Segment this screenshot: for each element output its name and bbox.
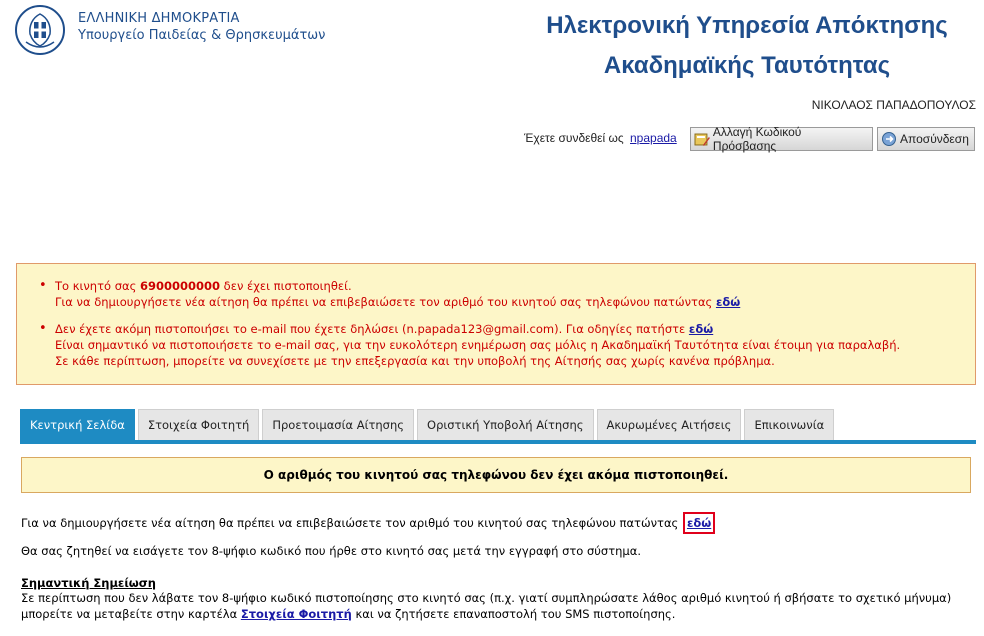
verify-mobile-here-link[interactable]: εδώ: [687, 516, 711, 530]
tab-student-details[interactable]: Στοιχεία Φοιτητή: [137, 409, 260, 440]
code-instruction: Θα σας ζητηθεί να εισάγετε τον 8-ψήφιο κ…: [21, 544, 641, 558]
student-details-link[interactable]: Στοιχεία Φοιτητή: [241, 607, 352, 621]
country-name: ΕΛΛΗΝΙΚΗ ΔΗΜΟΚΡΑΤΙΑ: [78, 11, 240, 26]
mobile-not-verified-notice: Ο αριθμός του κινητού σας τηλεφώνου δεν …: [21, 457, 971, 493]
email-warning-line3: Σε κάθε περίπτωση, μπορείτε να συνεχίσετ…: [55, 354, 775, 368]
username-link[interactable]: npapada: [630, 131, 677, 145]
mobile-warning-instruction: Για να δημιουργήσετε νέα αίτηση θα πρέπε…: [55, 295, 713, 309]
warning-list: Το κινητό σας 6900000000 δεν έχει πιστοπ…: [39, 278, 900, 380]
service-title-line2: Ακαδημαϊκής Ταυτότητας: [603, 52, 891, 79]
ministry-name: Υπουργείο Παιδείας & Θρησκευμάτων: [78, 28, 326, 43]
service-title-line1: Ηλεκτρονική Υπηρεσία Απόκτησης: [546, 12, 948, 39]
logged-in-label: Έχετε συνδεθεί ως: [524, 131, 624, 145]
warning-panel: Το κινητό σας 6900000000 δεν έχει πιστοπ…: [16, 263, 976, 385]
mobile-number: 6900000000: [140, 279, 221, 293]
service-title: Ηλεκτρονική Υπηρεσία Απόκτησης Ακαδημαϊκ…: [510, 6, 984, 86]
tab-cancelled-applications[interactable]: Ακυρωμένες Αιτήσεις: [596, 409, 742, 440]
email-warning-line2: Είναι σημαντικό να πιστοποιήσετε το e-ma…: [55, 338, 901, 352]
tab-contact[interactable]: Επικοινωνία: [744, 409, 835, 440]
create-application-text: Για να δημιουργήσετε νέα αίτηση θα πρέπε…: [21, 516, 679, 530]
ministry-header: ΕΛΛΗΝΙΚΗ ΔΗΜΟΚΡΑΤΙΑ Υπουργείο Παιδείας &…: [78, 10, 325, 44]
key-pencil-icon: [694, 133, 710, 146]
logged-in-status: Έχετε συνδεθεί ως npapada: [524, 131, 677, 145]
mobile-warning: Το κινητό σας 6900000000 δεν έχει πιστοπ…: [39, 278, 900, 310]
tab-home[interactable]: Κεντρική Σελίδα: [20, 409, 135, 440]
logout-icon: [882, 132, 896, 146]
tab-final-submission[interactable]: Οριστική Υποβολή Αίτησης: [417, 409, 594, 440]
greek-coat-of-arms-logo: [15, 5, 65, 55]
change-password-button[interactable]: Αλλαγή Κωδικού Πρόσβασης: [690, 125, 873, 153]
important-note-title: Σημαντική Σημείωση: [21, 576, 156, 590]
important-note-post: και να ζητήσετε επαναποστολή του SMS πισ…: [355, 607, 676, 621]
tab-application-prep[interactable]: Προετοιμασία Αίτησης: [262, 409, 415, 440]
main-tabs: Κεντρική Σελίδα Στοιχεία Φοιτητή Προετοι…: [20, 409, 835, 440]
email-instructions-link[interactable]: εδώ: [689, 322, 713, 336]
tab-underline-bar: [20, 440, 976, 444]
user-full-name: ΝΙΚΟΛΑΟΣ ΠΑΠΑΔΟΠΟΥΛΟΣ: [811, 98, 976, 112]
highlighted-link-box: εδώ: [682, 512, 716, 534]
logout-button[interactable]: Αποσύνδεση: [877, 127, 975, 151]
important-note-text: Σε περίπτωση που δεν λάβατε τον 8-ψήφιο …: [21, 590, 971, 622]
logout-label: Αποσύνδεση: [900, 132, 969, 146]
mobile-warning-text: Το κινητό σας: [55, 279, 140, 293]
email-warning-text: Δεν έχετε ακόμη πιστοποιήσει το e-mail π…: [55, 322, 686, 336]
mobile-warning-status: δεν έχει πιστοποιηθεί.: [220, 279, 352, 293]
create-application-instruction: Για να δημιουργήσετε νέα αίτηση θα πρέπε…: [21, 512, 716, 534]
verify-mobile-link[interactable]: εδώ: [716, 295, 740, 309]
email-warning: Δεν έχετε ακόμη πιστοποιήσει το e-mail π…: [39, 321, 900, 369]
change-password-label: Αλλαγή Κωδικού Πρόσβασης: [712, 125, 802, 153]
